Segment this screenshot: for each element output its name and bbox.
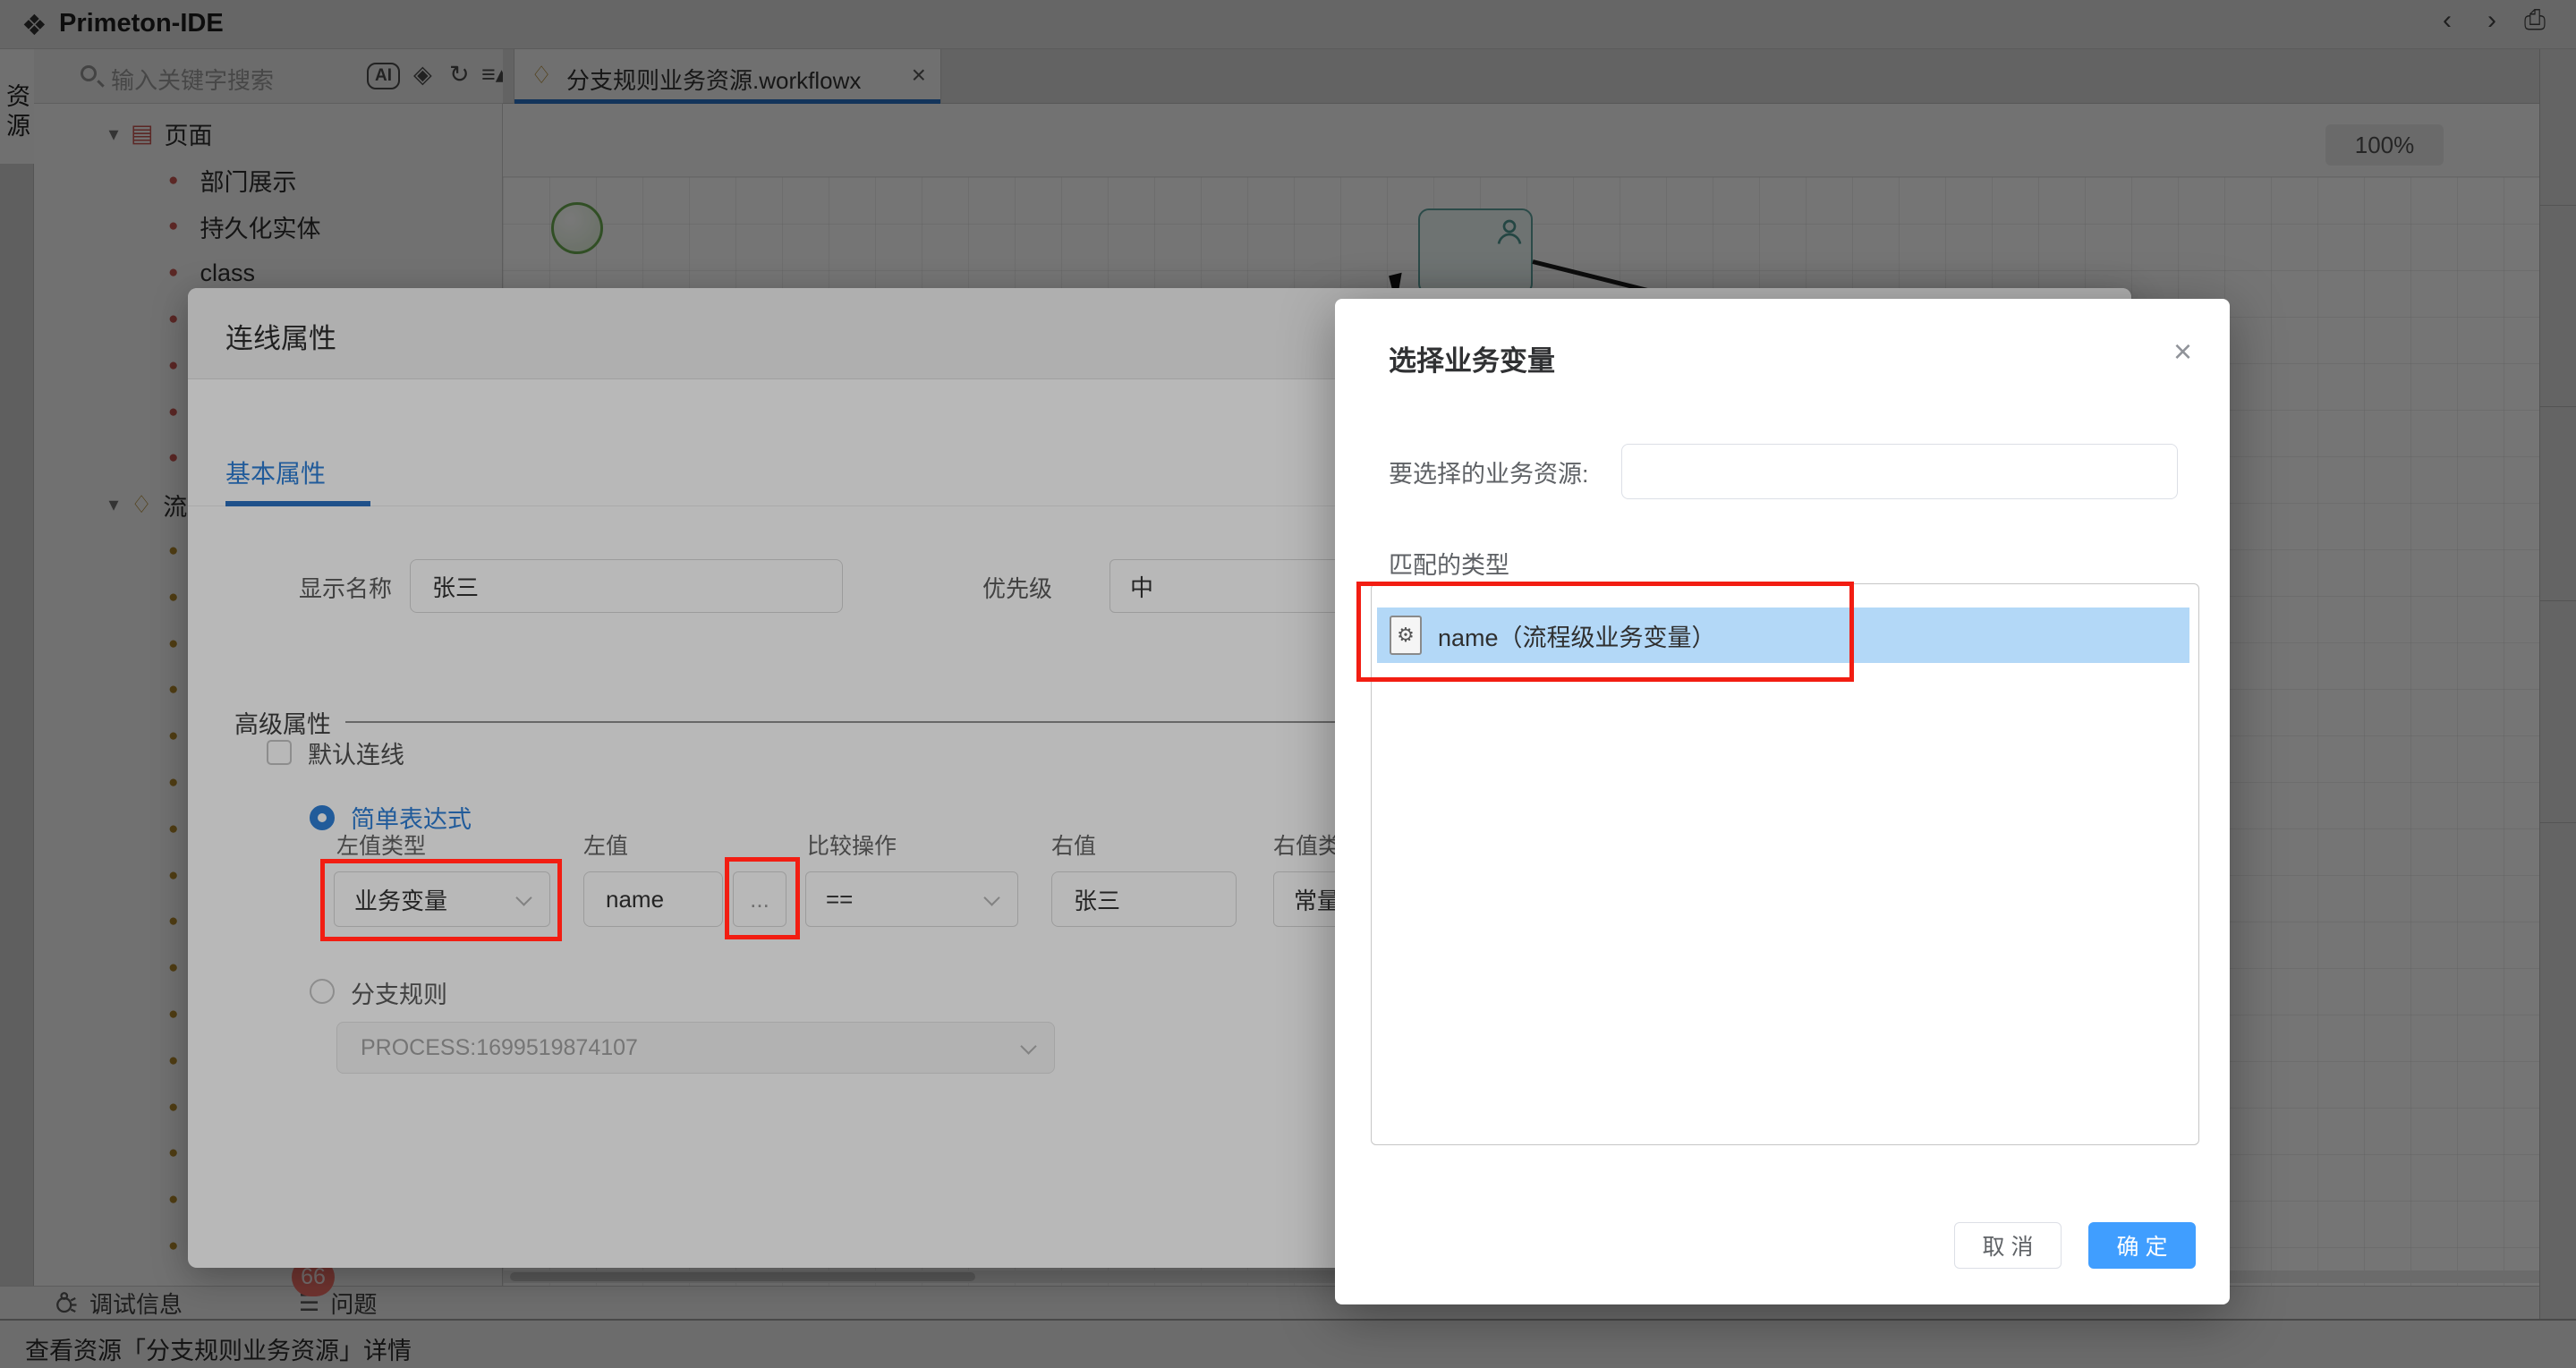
annotation-left-type-select (320, 859, 562, 941)
annotation-pick-variable-button (725, 857, 800, 939)
primeton-ide-window: ❖ Primeton-IDE ‹ › ⎙ 资源 输入关键字搜索 AI ◈ ↻ ≡… (0, 0, 2576, 1368)
annotation-list-item (1356, 582, 1854, 682)
cancel-button[interactable]: 取 消 (1954, 1222, 2062, 1269)
business-resource-input[interactable] (1621, 444, 2178, 499)
modal-close-icon[interactable]: × (2173, 333, 2192, 370)
matched-types-label: 匹配的类型 (1389, 546, 1509, 581)
ok-button[interactable]: 确 定 (2088, 1222, 2196, 1269)
select-business-variable-modal: 选择业务变量 × 要选择的业务资源: 匹配的类型 ⚙ name（流程级业务变量）… (1335, 299, 2230, 1304)
modal-title: 选择业务变量 (1389, 338, 1555, 378)
business-resource-label: 要选择的业务资源: (1389, 455, 1589, 489)
